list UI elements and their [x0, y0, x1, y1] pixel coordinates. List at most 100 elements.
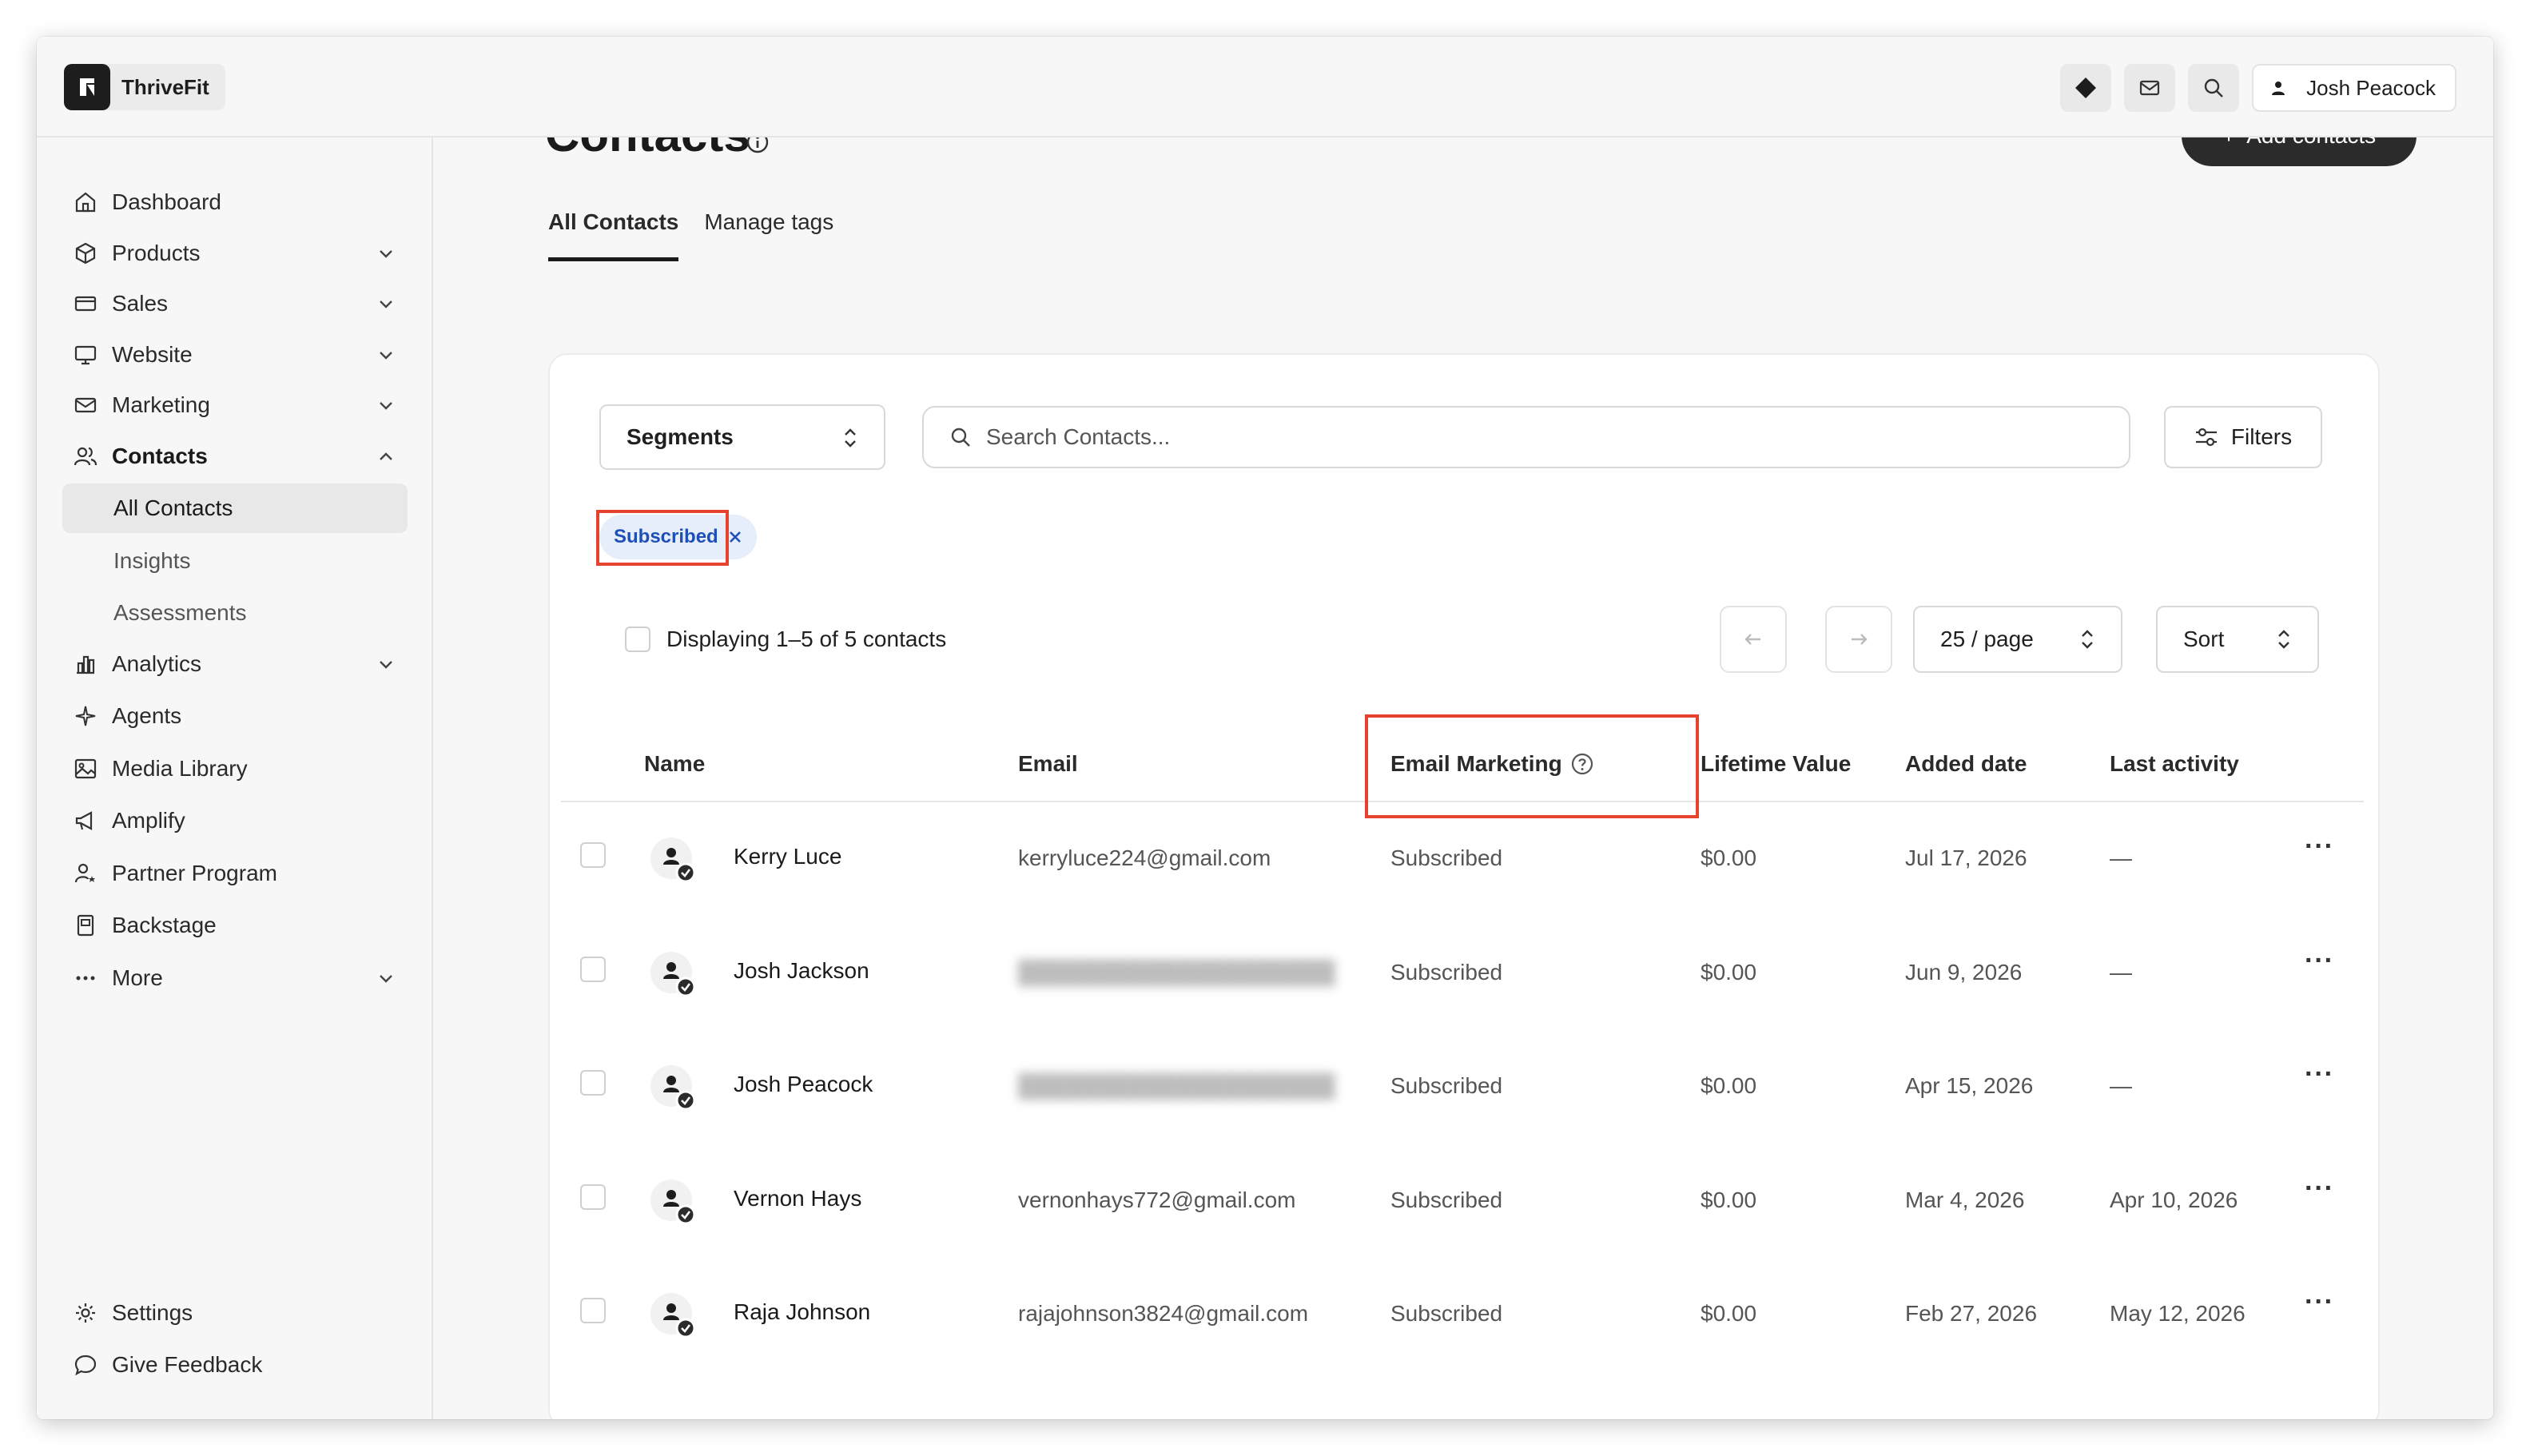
last-activity: Apr 10, 2026 [2110, 1187, 2238, 1212]
tab-all-contacts[interactable]: All Contacts [548, 209, 679, 261]
contact-name[interactable]: Josh Peacock [734, 1072, 873, 1097]
sidebar-item-marketing[interactable]: Marketing [62, 380, 408, 430]
filters-button[interactable]: Filters [2164, 406, 2322, 468]
sidebar-item-agents[interactable]: Agents [62, 691, 408, 741]
search-input[interactable]: Search Contacts... [922, 406, 2130, 468]
sidebar-item-all-contacts[interactable]: All Contacts [62, 483, 408, 533]
sidebar-item-backstage[interactable]: Backstage [62, 901, 408, 950]
per-page-select[interactable]: 25 / page [1913, 606, 2122, 673]
segments-select[interactable]: Segments [599, 404, 885, 470]
select-all-row: Displaying 1–5 of 5 contacts [625, 627, 946, 652]
chevron-down-icon[interactable] [376, 968, 396, 989]
sidebar-item-label: Give Feedback [112, 1352, 263, 1377]
last-activity: May 12, 2026 [2110, 1301, 2246, 1326]
per-page-label: 25 / page [1940, 627, 2034, 651]
contact-name[interactable]: Vernon Hays [734, 1186, 861, 1211]
sidebar-item-settings[interactable]: Settings [62, 1288, 408, 1338]
updown-chevron-icon [845, 428, 856, 448]
next-page-button[interactable] [1825, 606, 1892, 673]
user-menu-button[interactable]: Josh Peacock [2252, 64, 2456, 112]
sidebar-item-label: Dashboard [112, 189, 221, 214]
search-placeholder: Search Contacts... [986, 424, 1171, 449]
sidebar-item-label: All Contacts [113, 495, 233, 520]
sidebar-item-dashboard[interactable]: Dashboard [62, 177, 408, 227]
sidebar-item-analytics[interactable]: Analytics [62, 639, 408, 689]
megaphone-icon [74, 809, 97, 833]
email-marketing-status: Subscribed [1390, 1073, 1503, 1098]
row-more-button[interactable]: ··· [2305, 831, 2334, 862]
app-window: ThriveFit Josh Peacock Dashboard Products… [37, 37, 2493, 1419]
tab-bar: All Contacts Manage tags [548, 209, 833, 261]
contact-name[interactable]: Kerry Luce [734, 844, 841, 869]
prev-page-button[interactable] [1720, 606, 1787, 673]
chevron-down-icon[interactable] [376, 293, 396, 314]
sidebar-item-contacts[interactable]: Contacts [62, 432, 408, 481]
arrow-left-icon [1744, 634, 1760, 645]
column-header-lifetime-value[interactable]: Lifetime Value [1701, 751, 1851, 777]
row-checkbox[interactable] [580, 1298, 606, 1323]
brand-switcher[interactable]: ThriveFit [64, 64, 225, 110]
sidebar-item-sales[interactable]: Sales [62, 279, 408, 328]
row-more-button[interactable]: ··· [2305, 945, 2334, 977]
email-marketing-status: Subscribed [1390, 845, 1503, 870]
table-row[interactable]: Josh Peacock ████████████████████ Subscrib… [550, 1030, 2381, 1145]
sort-select[interactable]: Sort [2156, 606, 2319, 673]
ellipsis-icon [74, 966, 97, 990]
tab-manage-tags[interactable]: Manage tags [704, 209, 833, 261]
sidebar-item-website[interactable]: Website [62, 330, 408, 380]
sidebar-item-assessments[interactable]: Assessments [62, 588, 408, 638]
sidebar-item-products[interactable]: Products [62, 229, 408, 278]
chevron-down-icon[interactable] [376, 654, 396, 674]
segments-label: Segments [627, 424, 734, 449]
table-row[interactable]: Raja Johnson rajajohnson3824@gmail.com Sub… [550, 1258, 2381, 1373]
table-row[interactable]: Josh Jackson ████████████████████ Subscrib… [550, 917, 2381, 1032]
search-button[interactable] [2188, 64, 2240, 112]
sidebar-item-give-feedback[interactable]: Give Feedback [62, 1340, 408, 1390]
updown-chevron-icon [2082, 630, 2093, 649]
inbox-button[interactable] [2124, 64, 2176, 112]
search-icon [951, 428, 970, 447]
contact-name[interactable]: Raja Johnson [734, 1299, 870, 1325]
diamond-icon-button[interactable] [2060, 64, 2112, 112]
select-all-checkbox[interactable] [625, 627, 650, 652]
row-more-button[interactable]: ··· [2305, 1287, 2334, 1318]
backstage-icon [74, 913, 97, 937]
row-more-button[interactable]: ··· [2305, 1173, 2334, 1204]
column-header-name[interactable]: Name [644, 751, 705, 777]
row-checkbox[interactable] [580, 842, 606, 868]
contact-avatar-icon [650, 1179, 696, 1224]
arrow-right-icon [1852, 634, 1868, 645]
gear-icon [74, 1301, 97, 1325]
sliders-icon [2195, 428, 2217, 447]
table-row[interactable]: Kerry Luce kerryluce224@gmail.com Subscrib… [550, 802, 2381, 917]
chevron-down-icon[interactable] [376, 344, 396, 365]
chevron-up-icon[interactable] [376, 446, 396, 467]
last-activity: — [2110, 845, 2132, 870]
contact-avatar-icon [650, 1065, 696, 1111]
sidebar-item-media-library[interactable]: Media Library [62, 744, 408, 794]
sidebar-item-more[interactable]: More [62, 953, 408, 1003]
sidebar-item-label: Marketing [112, 392, 210, 417]
avatar [649, 836, 697, 884]
sidebar-item-label: Amplify [112, 808, 185, 833]
chevron-down-icon[interactable] [376, 243, 396, 264]
monitor-icon [74, 343, 97, 367]
sidebar: Dashboard Products Sales Website Marketing Co… [37, 137, 433, 1419]
sidebar-item-insights[interactable]: Insights [62, 536, 408, 586]
table-row[interactable]: Vernon Hays vernonhays772@gmail.com Subscr… [550, 1144, 2381, 1259]
added-date: Mar 4, 2026 [1905, 1187, 2025, 1212]
row-checkbox[interactable] [580, 956, 606, 982]
column-header-email[interactable]: Email [1018, 751, 1078, 777]
close-icon[interactable] [728, 530, 742, 544]
contact-name[interactable]: Josh Jackson [734, 958, 869, 984]
row-checkbox[interactable] [580, 1070, 606, 1096]
sidebar-item-amplify[interactable]: Amplify [62, 796, 408, 845]
column-header-last-activity[interactable]: Last activity [2110, 751, 2239, 777]
row-more-button[interactable]: ··· [2305, 1059, 2334, 1090]
chart-icon [74, 652, 97, 676]
brand-name: ThriveFit [121, 74, 209, 99]
chevron-down-icon[interactable] [376, 395, 396, 416]
sidebar-item-partner-program[interactable]: Partner Program [62, 849, 408, 898]
row-checkbox[interactable] [580, 1183, 606, 1210]
column-header-added-date[interactable]: Added date [1905, 751, 2027, 777]
